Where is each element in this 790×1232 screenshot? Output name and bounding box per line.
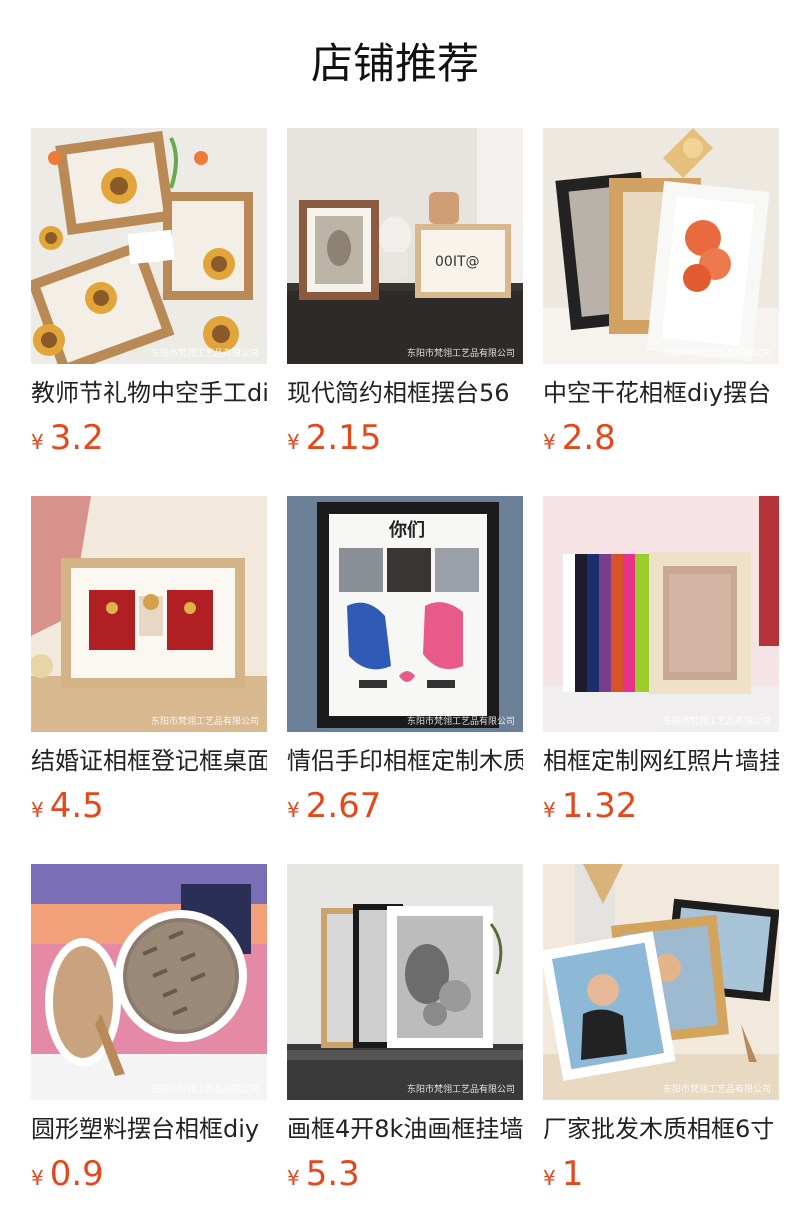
watermark: 东阳市梵翎工艺品有限公司 [150,349,259,359]
product-name[interactable]: 画框4开8k油画框挂墙 [287,1112,523,1146]
product-name[interactable]: 圆形塑料摆台相框diy [31,1112,267,1146]
product-name[interactable]: 教师节礼物中空手工diy [31,376,267,410]
product-name[interactable]: 结婚证相框登记框桌面 [31,744,267,778]
watermark: 东阳市梵翎工艺品有限公司 [150,717,259,727]
product-image[interactable]: 东阳市梵翎工艺品有限公司 [31,128,267,364]
product-price: ¥4.5 [31,786,267,833]
product-name[interactable]: 相框定制网红照片墙挂 [543,744,779,778]
price-value: 1.32 [561,786,638,826]
product-price: ¥5.3 [287,1154,523,1201]
product-price: ¥2.67 [287,786,523,833]
product-price: ¥2.15 [287,418,523,465]
currency-symbol: ¥ [287,1166,300,1190]
price-value: 2.8 [561,418,616,458]
product-card[interactable]: 东阳市梵翎工艺品有限公司 中空干花相框diy摆台 ¥2.8 [543,128,779,458]
product-card[interactable]: 00IT@ 东阳市梵翎工艺品有限公司 现代简约相框摆台56 ¥2.15 [287,128,523,458]
product-card[interactable]: 东阳市梵翎工艺品有限公司 厂家批发木质相框6寸 ¥1 [543,864,779,1194]
watermark: 东阳市梵翎工艺品有限公司 [406,349,515,359]
price-value: 2.67 [305,786,382,826]
currency-symbol: ¥ [31,1166,44,1190]
page-title: 店铺推荐 [310,39,479,88]
product-price: ¥1.32 [543,786,779,833]
product-name[interactable]: 中空干花相框diy摆台 [543,376,779,410]
product-price: ¥0.9 [31,1154,267,1201]
price-value: 2.15 [305,418,382,458]
product-card[interactable]: 东阳市梵翎工艺品有限公司 结婚证相框登记框桌面 ¥4.5 [31,496,267,826]
product-card[interactable]: 东阳市梵翎工艺品有限公司 画框4开8k油画框挂墙 ¥5.3 [287,864,523,1194]
price-value: 1 [561,1154,584,1194]
watermark: 东阳市梵翎工艺品有限公司 [150,1085,259,1095]
price-value: 4.5 [49,786,104,826]
watermark: 东阳市梵翎工艺品有限公司 [662,1085,771,1095]
svg-text:00IT@: 00IT@ [435,254,480,270]
currency-symbol: ¥ [543,430,556,454]
currency-symbol: ¥ [543,1166,556,1190]
watermark: 东阳市梵翎工艺品有限公司 [406,1085,515,1095]
product-price: ¥2.8 [543,418,779,465]
product-image[interactable]: 东阳市梵翎工艺品有限公司 [31,496,267,732]
product-image[interactable]: 东阳市梵翎工艺品有限公司 [31,864,267,1100]
price-value: 5.3 [305,1154,360,1194]
svg-text:你们: 你们 [388,519,425,541]
product-price: ¥1 [543,1154,779,1201]
currency-symbol: ¥ [543,798,556,822]
product-name[interactable]: 现代简约相框摆台56 [287,376,523,410]
product-image[interactable]: 东阳市梵翎工艺品有限公司 [543,128,779,364]
currency-symbol: ¥ [31,430,44,454]
product-card[interactable]: 东阳市梵翎工艺品有限公司 圆形塑料摆台相框diy ¥0.9 [31,864,267,1194]
watermark: 东阳市梵翎工艺品有限公司 [406,717,515,727]
currency-symbol: ¥ [31,798,44,822]
product-image[interactable]: 东阳市梵翎工艺品有限公司 [543,496,779,732]
product-image[interactable]: 东阳市梵翎工艺品有限公司 [543,864,779,1100]
product-card[interactable]: 你们 东阳市梵翎工艺品有限公司 情侣手印相框定制木质 ¥2.67 [287,496,523,826]
product-image[interactable]: 你们 东阳市梵翎工艺品有限公司 [287,496,523,732]
product-image[interactable]: 东阳市梵翎工艺品有限公司 [287,864,523,1100]
product-card[interactable]: 东阳市梵翎工艺品有限公司 相框定制网红照片墙挂 ¥1.32 [543,496,779,826]
product-card[interactable]: 东阳市梵翎工艺品有限公司 教师节礼物中空手工diy ¥3.2 [31,128,267,458]
currency-symbol: ¥ [287,430,300,454]
watermark: 东阳市梵翎工艺品有限公司 [662,349,771,359]
price-value: 0.9 [49,1154,104,1194]
currency-symbol: ¥ [287,798,300,822]
product-price: ¥3.2 [31,418,267,465]
product-image[interactable]: 00IT@ 东阳市梵翎工艺品有限公司 [287,128,523,364]
price-value: 3.2 [49,418,104,458]
watermark: 东阳市梵翎工艺品有限公司 [662,717,771,727]
product-name[interactable]: 厂家批发木质相框6寸 [543,1112,779,1146]
product-name[interactable]: 情侣手印相框定制木质 [287,744,523,778]
